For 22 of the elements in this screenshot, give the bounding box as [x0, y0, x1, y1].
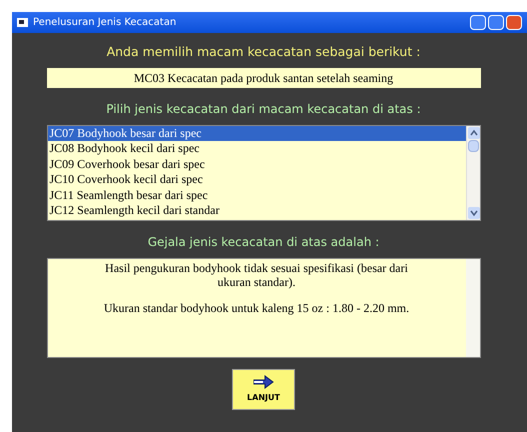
heading: Anda memilih macam kecacatan sebagai berikut :	[106, 43, 420, 61]
list-item[interactable]: JC09 Coverhook besar dari spec	[48, 156, 466, 172]
scroll-down-icon[interactable]	[466, 206, 480, 220]
scroll-thumb[interactable]	[468, 140, 478, 152]
list-item[interactable]: JC11 Seamlength besar dari spec	[48, 188, 466, 204]
maximize-button[interactable]	[488, 15, 504, 30]
scroll-up-icon[interactable]	[466, 126, 480, 140]
list-item[interactable]: JC10 Coverhook kecil dari spec	[48, 172, 466, 188]
selected-category-field: MC03 Kecacatan pada produk santan setelah seaming	[46, 68, 480, 88]
list-item[interactable]: JC12 Seamlength kecil dari standar	[48, 203, 466, 219]
heading: Gejala jenis kecacatan di atas adalah :	[148, 234, 380, 251]
minimize-button[interactable]	[470, 15, 486, 30]
symptom-text: Hasil pengukuran bodyhook tidak sesuai spesifikasi (besar dari ukuran standar).	[104, 260, 409, 289]
list-item[interactable]: JC08 Bodyhook kecil dari spec	[48, 141, 466, 157]
next-button[interactable]: LANJUT	[232, 368, 295, 410]
symptom-text: Ukuran standar bodyhook untuk kaleng 15 oz : 1.80 - 2.20 mm.	[102, 300, 410, 315]
close-button[interactable]	[506, 15, 522, 30]
scrollbar[interactable]	[466, 258, 480, 357]
window-title: Penelusuran Jenis Kecacatan	[33, 16, 178, 30]
app-icon	[17, 18, 28, 27]
heading: Pilih jenis kecacatan dari macam kecacatan di atas :	[106, 100, 421, 118]
list-item[interactable]: JC07 Bodyhook besar dari spec	[48, 126, 466, 142]
